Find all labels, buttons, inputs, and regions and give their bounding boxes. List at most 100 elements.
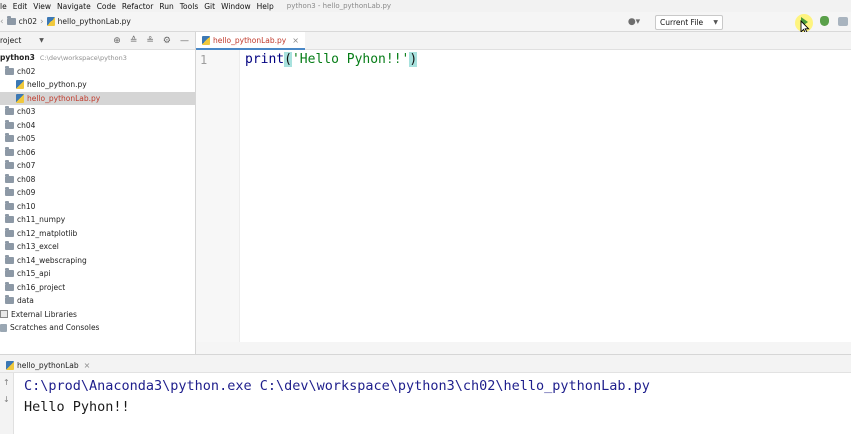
menu-edit[interactable]: Edit bbox=[10, 2, 31, 11]
menu-window[interactable]: Window bbox=[218, 2, 254, 11]
menu-bar: le Edit View Navigate Code Refactor Run … bbox=[0, 0, 851, 12]
tree-item-scratches[interactable]: Scratches and Consoles bbox=[0, 321, 195, 335]
tree-item-hello-python[interactable]: hello_python.py bbox=[0, 78, 195, 92]
folder-icon bbox=[5, 146, 14, 156]
collapse-all-icon[interactable]: ≗ bbox=[146, 36, 154, 46]
close-icon[interactable]: × bbox=[84, 361, 91, 370]
folder-icon bbox=[5, 160, 14, 170]
console-output: Hello Pyhon!! bbox=[24, 399, 130, 415]
run-tab-label: hello_pythonLab bbox=[17, 360, 79, 370]
tree-item-ch06[interactable]: ch06 bbox=[0, 146, 195, 160]
tree-item-label: hello_pythonLab.py bbox=[27, 93, 101, 103]
project-panel-header: roject ▼ ⊕ ≙ ≗ ⚙ — bbox=[0, 32, 195, 50]
code-editor[interactable]: print('Hello Pyhon!!') bbox=[245, 52, 418, 67]
folder-icon bbox=[5, 133, 14, 143]
project-tree: python3 C:\dev\workspace\python3 ch02 he… bbox=[0, 51, 195, 335]
code-string: 'Hello Pyhon!!' bbox=[291, 52, 410, 67]
tree-item-ch07[interactable]: ch07 bbox=[0, 159, 195, 173]
menu-code[interactable]: Code bbox=[94, 2, 119, 11]
tree-item-ch11-numpy[interactable]: ch11_numpy bbox=[0, 213, 195, 227]
tree-item-ch13-excel[interactable]: ch13_excel bbox=[0, 240, 195, 254]
scratches-icon bbox=[0, 323, 7, 332]
menu-run[interactable]: Run bbox=[156, 2, 176, 11]
tree-item-ch16-project[interactable]: ch16_project bbox=[0, 281, 195, 295]
tree-item-label: ch14_webscraping bbox=[17, 255, 87, 265]
expand-all-icon[interactable]: ≙ bbox=[130, 36, 138, 46]
folder-icon bbox=[6, 16, 16, 25]
editor-tab-label: hello_pythonLab.py bbox=[213, 35, 287, 45]
tree-item-ch10[interactable]: ch10 bbox=[0, 200, 195, 214]
folder-icon bbox=[5, 295, 14, 305]
gear-icon[interactable]: ⚙ bbox=[163, 36, 171, 46]
tree-item-ch04[interactable]: ch04 bbox=[0, 119, 195, 133]
tree-item-ch03[interactable]: ch03 bbox=[0, 105, 195, 119]
menu-file[interactable]: le bbox=[0, 2, 10, 11]
breadcrumb-file-label: hello_pythonLab.py bbox=[57, 17, 131, 26]
folder-icon bbox=[5, 254, 14, 264]
chevron-right-icon: › bbox=[40, 16, 44, 27]
tree-item-ch05[interactable]: ch05 bbox=[0, 132, 195, 146]
menu-navigate[interactable]: Navigate bbox=[54, 2, 94, 11]
folder-icon bbox=[5, 119, 14, 129]
editor-tab-hello-pythonlab[interactable]: hello_pythonLab.py × bbox=[196, 32, 305, 50]
tree-item-ch02[interactable]: ch02 bbox=[0, 65, 195, 79]
folder-icon bbox=[5, 214, 14, 224]
library-icon bbox=[0, 310, 8, 319]
tree-item-label: ch11_numpy bbox=[17, 215, 66, 225]
tree-item-hello-pythonlab[interactable]: hello_pythonLab.py bbox=[0, 91, 195, 105]
run-configuration-label: Current File bbox=[660, 17, 704, 27]
tree-item-label: data bbox=[17, 296, 34, 306]
tree-item-label: ch04 bbox=[17, 120, 36, 130]
tree-item-label: ch08 bbox=[17, 174, 36, 184]
tree-item-label: ch12_matplotlib bbox=[17, 228, 78, 238]
tree-item-ch09[interactable]: ch09 bbox=[0, 186, 195, 200]
python-file-icon bbox=[46, 17, 55, 26]
breadcrumb-folder[interactable]: ch02 bbox=[6, 16, 38, 26]
project-view-select[interactable]: roject bbox=[0, 36, 21, 45]
tree-item-ch14-webscraping[interactable]: ch14_webscraping bbox=[0, 254, 195, 268]
editor-horizontal-scrollbar[interactable] bbox=[196, 342, 851, 354]
tree-item-ch08[interactable]: ch08 bbox=[0, 173, 195, 187]
code-close-paren: ) bbox=[409, 52, 418, 67]
python-file-icon bbox=[202, 35, 210, 45]
hide-panel-icon[interactable]: — bbox=[180, 36, 189, 46]
user-icon[interactable]: ●▾ bbox=[627, 15, 641, 29]
chevron-left-icon: ‹ bbox=[0, 16, 4, 27]
tree-item-data[interactable]: data bbox=[0, 294, 195, 308]
tree-root-python3[interactable]: python3 C:\dev\workspace\python3 bbox=[0, 51, 195, 65]
breadcrumb-folder-label: ch02 bbox=[18, 17, 38, 26]
tree-item-ch15-api[interactable]: ch15_api bbox=[0, 267, 195, 281]
close-icon[interactable]: × bbox=[292, 36, 299, 45]
tree-item-label: ch07 bbox=[17, 161, 36, 171]
tree-item-label: External Libraries bbox=[11, 309, 77, 319]
menu-help[interactable]: Help bbox=[254, 2, 277, 11]
arrow-down-icon[interactable]: ↓ bbox=[3, 395, 10, 404]
arrow-up-icon[interactable]: ↑ bbox=[3, 378, 10, 387]
tree-item-external-libraries[interactable]: External Libraries bbox=[0, 308, 195, 322]
chevron-down-icon[interactable]: ▼ bbox=[39, 37, 44, 44]
folder-icon bbox=[5, 268, 14, 278]
python-file-icon bbox=[16, 80, 24, 90]
tree-item-ch12-matplotlib[interactable]: ch12_matplotlib bbox=[0, 227, 195, 241]
menu-tools[interactable]: Tools bbox=[177, 2, 201, 11]
folder-icon bbox=[5, 187, 14, 197]
menu-refactor[interactable]: Refactor bbox=[119, 2, 156, 11]
folder-icon bbox=[5, 65, 14, 75]
tree-item-label: ch05 bbox=[17, 134, 36, 144]
menu-git[interactable]: Git bbox=[201, 2, 218, 11]
root-path: C:\dev\workspace\python3 bbox=[39, 53, 127, 62]
run-tab-hello-pythonlab[interactable]: hello_pythonLab × bbox=[6, 358, 90, 372]
tree-item-label: ch06 bbox=[17, 147, 36, 157]
folder-icon bbox=[5, 281, 14, 291]
locate-file-icon[interactable]: ⊕ bbox=[113, 36, 121, 46]
menu-view[interactable]: View bbox=[30, 2, 54, 11]
navigation-bar: ‹ ch02 › hello_pythonLab.py ●▾ Current F… bbox=[0, 12, 851, 32]
breadcrumb-file[interactable]: hello_pythonLab.py bbox=[46, 17, 131, 26]
code-open-paren: ( bbox=[284, 52, 292, 67]
tree-item-label: ch15_api bbox=[17, 269, 51, 279]
run-console[interactable]: C:\prod\Anaconda3\python.exe C:\dev\work… bbox=[24, 376, 650, 418]
stop-icon[interactable] bbox=[838, 17, 848, 26]
run-configuration-select[interactable]: Current File ▼ bbox=[655, 14, 723, 30]
line-number: 1 bbox=[200, 53, 208, 67]
debug-icon[interactable] bbox=[820, 16, 829, 26]
